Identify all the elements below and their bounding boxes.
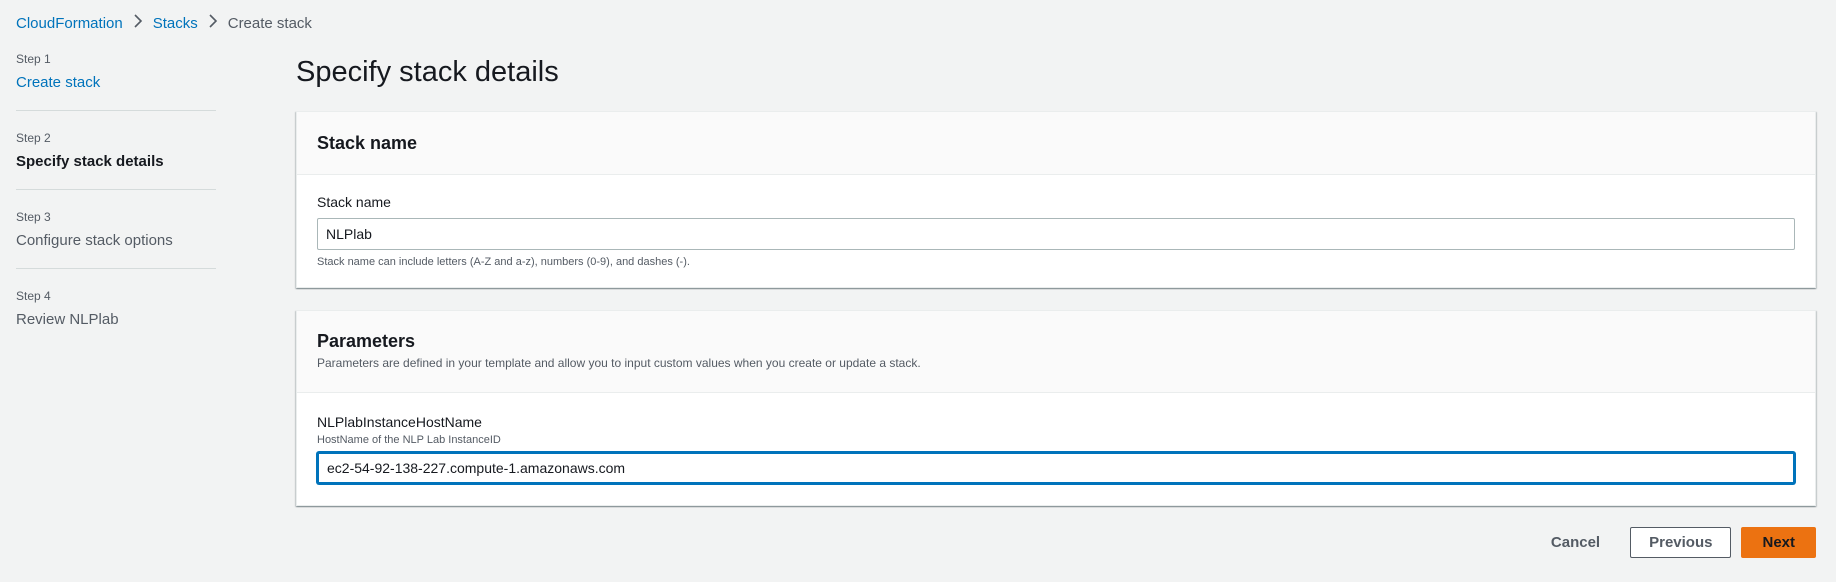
panel-header: Stack name: [297, 112, 1815, 175]
parameters-description: Parameters are defined in your template …: [317, 356, 921, 370]
panel-body: Stack name Stack name can include letter…: [297, 175, 1815, 268]
step-1: Step 1 Create stack: [16, 52, 216, 111]
stack-name-panel: Stack name Stack name Stack name can inc…: [296, 111, 1816, 288]
cancel-button[interactable]: Cancel: [1531, 534, 1620, 551]
hostname-input[interactable]: [317, 452, 1795, 484]
chevron-right-icon: [123, 14, 153, 33]
step-number: Step 3: [16, 210, 51, 224]
step-specify-details: Specify stack details: [16, 153, 164, 170]
wizard-steps: Step 1 Create stack Step 2 Specify stack…: [16, 52, 216, 367]
panel-title: Parameters: [317, 331, 416, 351]
stack-name-label: Stack name: [317, 194, 391, 210]
step-3: Step 3 Configure stack options: [16, 210, 216, 269]
parameters-panel: Parameters Parameters are defined in you…: [296, 310, 1816, 506]
breadcrumb: CloudFormation Stacks Create stack: [16, 14, 312, 33]
next-button[interactable]: Next: [1741, 527, 1816, 558]
step-number: Step 1: [16, 52, 51, 66]
step-configure-options: Configure stack options: [16, 232, 173, 249]
stack-name-constraint: Stack name can include letters (A-Z and …: [317, 256, 690, 268]
panel-header: Parameters Parameters are defined in you…: [297, 311, 1815, 393]
page-title: Specify stack details: [296, 56, 559, 88]
breadcrumb-current: Create stack: [227, 14, 312, 32]
step-review: Review NLPlab: [16, 311, 119, 328]
panel-body: NLPlabInstanceHostName HostName of the N…: [297, 393, 1815, 484]
step-create-stack-link[interactable]: Create stack: [16, 74, 216, 92]
panel-title: Stack name: [317, 132, 418, 153]
breadcrumb-stacks[interactable]: Stacks: [153, 15, 198, 33]
breadcrumb-cloudformation[interactable]: CloudFormation: [16, 15, 123, 33]
param-description: HostName of the NLP Lab InstanceID: [317, 434, 501, 446]
step-number: Step 2: [16, 131, 51, 145]
stack-name-input[interactable]: [317, 218, 1795, 250]
step-2: Step 2 Specify stack details: [16, 131, 216, 190]
previous-button[interactable]: Previous: [1630, 527, 1732, 558]
step-4: Step 4 Review NLPlab: [16, 289, 216, 347]
wizard-actions: Cancel Previous Next: [1531, 527, 1816, 558]
chevron-right-icon: [198, 14, 228, 33]
param-label: NLPlabInstanceHostName: [317, 414, 482, 430]
step-number: Step 4: [16, 289, 51, 303]
